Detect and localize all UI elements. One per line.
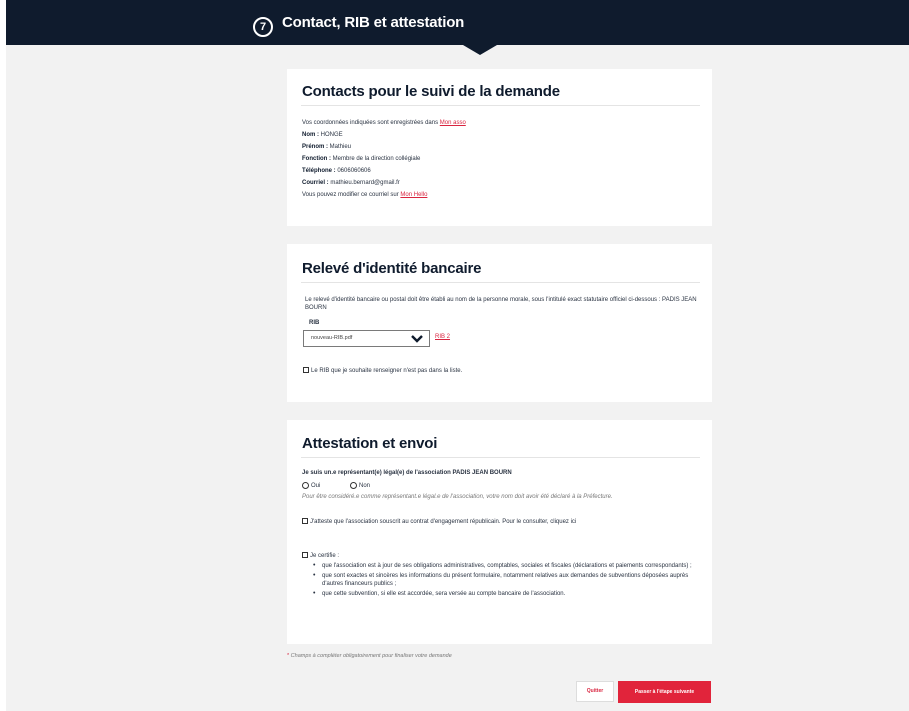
radio-non[interactable]: Non [350,481,370,491]
rib-select-label: RIB [309,320,320,326]
contact-fonction: Fonction : Membre de la direction collég… [302,156,421,162]
list-item: que cette subvention, si elle est accord… [313,590,693,599]
quit-button[interactable]: Quitter [576,681,614,702]
rib-select-value: nouveau-RIB.pdf [311,335,353,341]
certify-checkbox[interactable]: Je certifie : [302,551,339,561]
representative-note: Pour être considéré.e comme représentant… [302,494,613,500]
next-step-button[interactable]: Passer à l'étape suivante [618,681,711,703]
checkbox-box[interactable] [302,552,308,559]
rib-select[interactable]: nouveau-RIB.pdf [303,330,430,347]
engagement-checkbox[interactable]: J'atteste que l'association souscrit au … [302,517,576,527]
contact-courriel: Courriel : mathieu.bernard@gmail.fr [302,180,400,186]
radio-circle[interactable] [350,481,358,489]
rib-card: Relevé d'identité bancaire Le relevé d'i… [287,244,712,402]
chevron-down-icon [411,335,423,343]
rib-2-link[interactable]: RIB 2 [435,332,450,342]
contact-nom: Nom : HONGE [302,132,343,138]
representative-question: Je suis un.e représentant(e) légal(e) de… [302,470,512,476]
contacts-title: Contacts pour le suivi de la demande [302,83,560,100]
divider [301,105,700,106]
mon-asso-link[interactable]: Mon asso [440,120,466,126]
contact-modify: Vous pouvez modifier ce courriel sur Mon… [302,192,428,198]
contact-prenom: Prénom : Mathieu [302,144,352,150]
step-number-badge: 7 [253,17,273,37]
certify-list: que l'association est à jour de ses obli… [313,562,693,599]
checkbox-box[interactable] [303,367,309,374]
step-title: Contact, RIB et attestation [282,14,465,31]
mon-hello-link[interactable]: Mon Hello [400,192,427,198]
rib-title: Relevé d'identité bancaire [302,260,482,277]
rib-intro: Le relevé d'identité bancaire ou postal … [305,297,697,311]
list-item: que sont exactes et sincères les informa… [313,572,693,589]
contacts-intro: Vos coordonnées indiquées sont enregistr… [302,120,466,126]
list-item: que l'association est à jour de ses obli… [313,562,693,571]
contacts-card: Contacts pour le suivi de la demande Vos… [287,69,712,226]
divider [301,457,700,458]
radio-oui[interactable]: Oui [302,481,320,491]
header-pointer [463,45,497,55]
checkbox-box[interactable] [302,518,308,525]
required-fields-note: * Champs à compléter obligatoirement pou… [287,653,452,659]
radio-circle[interactable] [302,481,309,489]
attestation-card: Attestation et envoi Je suis un.e représ… [287,420,712,644]
rib-not-in-list-checkbox[interactable]: Le RIB que je souhaite renseigner n'est … [303,366,462,376]
contact-details: Vos coordonnées indiquées sont enregistr… [302,117,466,201]
attestation-title: Attestation et envoi [302,435,438,452]
divider [301,282,700,283]
step-header: 7 Contact, RIB et attestation [6,0,909,45]
contact-telephone: Téléphone : 0606060606 [302,168,371,174]
representative-radio-group: Oui Non [302,481,398,491]
